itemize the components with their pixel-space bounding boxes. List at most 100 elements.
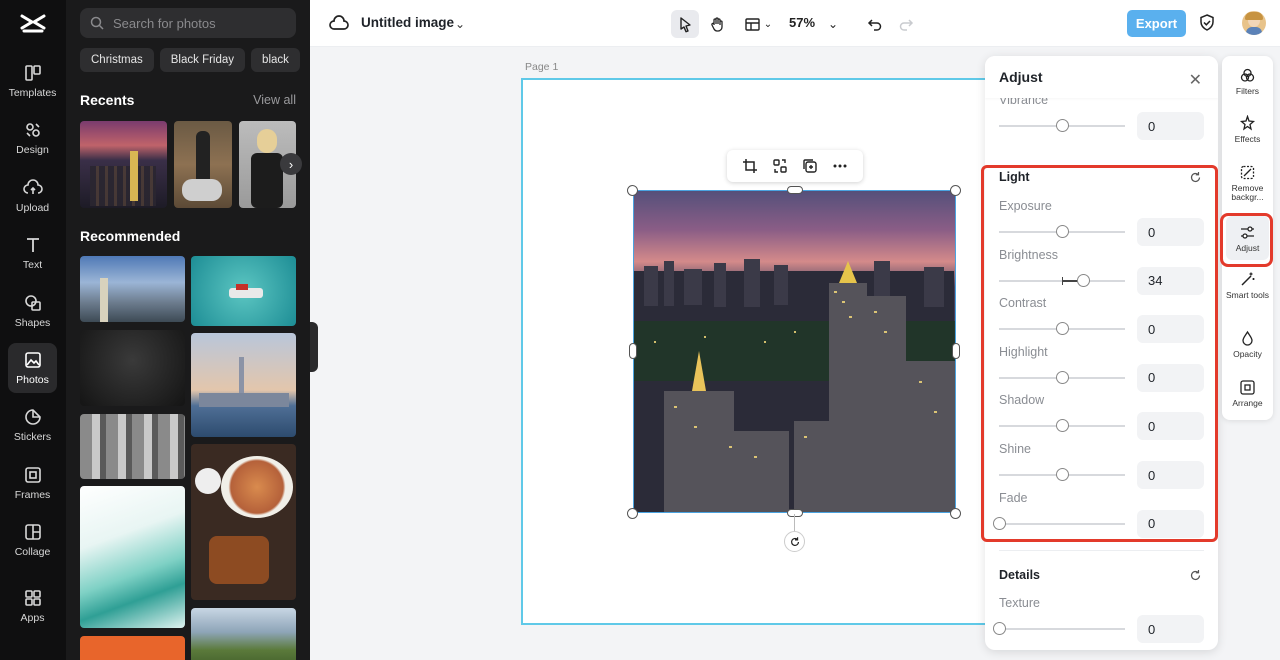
apps-icon xyxy=(24,590,41,606)
shapes-icon xyxy=(24,295,41,311)
undo-button[interactable] xyxy=(862,10,886,38)
value-vibrance[interactable]: 0 xyxy=(1137,112,1204,140)
zoom-chevron-down-icon[interactable]: ⌄ xyxy=(823,10,843,38)
chip-christmas[interactable]: Christmas xyxy=(80,48,154,72)
tool-smart-tools[interactable]: Smart tools xyxy=(1222,271,1273,300)
tool-filters[interactable]: Filters xyxy=(1222,67,1273,96)
resize-handle-top-left[interactable] xyxy=(627,185,638,196)
rail-label: Text xyxy=(22,259,43,271)
design-icon xyxy=(25,123,40,137)
photos-panel: Search for photos Christmas Black Friday… xyxy=(66,0,310,660)
rail-label: Stickers xyxy=(13,431,52,443)
rail-item-frames[interactable]: Frames xyxy=(8,458,57,508)
group-title-details: Details xyxy=(999,568,1040,582)
rotate-button[interactable] xyxy=(784,531,805,552)
slider-label-texture: Texture xyxy=(999,596,1040,610)
rail-label: Apps xyxy=(20,612,45,624)
select-tool-button[interactable] xyxy=(671,10,699,38)
rotate-stem xyxy=(794,514,795,531)
recommended-photo-carvings[interactable] xyxy=(80,414,185,479)
rail-item-text[interactable]: Text xyxy=(8,228,57,278)
text-icon xyxy=(26,238,39,252)
stickers-icon xyxy=(24,409,41,425)
slider-texture[interactable] xyxy=(993,622,1125,635)
layout-menu-button[interactable]: ⌄ xyxy=(738,10,778,38)
hand-icon xyxy=(710,16,723,32)
rail-item-photos[interactable]: Photos xyxy=(8,343,57,393)
recommended-photo-teal-abstract[interactable] xyxy=(80,486,185,628)
tool-remove-background[interactable]: Remove backgr... xyxy=(1222,164,1273,202)
export-button[interactable]: Export xyxy=(1127,10,1186,37)
rail-item-apps[interactable]: Apps xyxy=(8,581,57,631)
chevron-down-icon[interactable]: ⌄ xyxy=(455,17,465,31)
resize-handle-left[interactable] xyxy=(629,343,637,359)
page-label: Page 1 xyxy=(525,61,559,73)
recent-photo-city[interactable] xyxy=(80,121,167,208)
resize-handle-right[interactable] xyxy=(952,343,960,359)
rail-label: Collage xyxy=(14,546,51,558)
recommended-photo-skyline[interactable] xyxy=(80,256,185,322)
tool-label: Effects xyxy=(1234,134,1261,144)
recommended-photo-ramen[interactable] xyxy=(191,444,296,600)
avatar[interactable] xyxy=(1242,11,1266,35)
resize-handle-top[interactable] xyxy=(787,186,803,194)
rail-label: Design xyxy=(16,144,49,156)
recommended-photo-nyc[interactable] xyxy=(191,333,296,437)
search-input[interactable]: Search for photos xyxy=(80,8,296,38)
capcut-logo[interactable] xyxy=(19,11,47,37)
rail-item-upload[interactable]: Upload xyxy=(8,171,57,221)
slider-knob[interactable] xyxy=(1056,119,1069,132)
value-texture[interactable]: 0 xyxy=(1137,615,1204,643)
reset-icon[interactable] xyxy=(1189,569,1202,582)
tool-opacity[interactable]: Opacity xyxy=(1222,330,1273,359)
resize-handle-bottom-left[interactable] xyxy=(627,508,638,519)
view-all-link[interactable]: View all xyxy=(253,93,296,107)
recent-photo-woman-dog[interactable] xyxy=(174,121,232,208)
search-placeholder: Search for photos xyxy=(113,15,216,31)
recommended-photo-boat[interactable] xyxy=(191,256,296,326)
rail-label: Frames xyxy=(14,489,51,501)
rail-label: Templates xyxy=(8,87,57,99)
replace-icon[interactable] xyxy=(772,158,788,174)
slider-vibrance[interactable] xyxy=(999,119,1125,132)
shield-icon[interactable] xyxy=(1198,13,1216,32)
chip-row: Christmas Black Friday black xyxy=(80,48,300,72)
rail-label: Shapes xyxy=(14,317,51,329)
rail-item-stickers[interactable]: Stickers xyxy=(8,400,57,450)
recommended-photo-landscape[interactable] xyxy=(191,608,296,660)
more-icon[interactable] xyxy=(832,158,848,174)
resize-handle-bottom[interactable] xyxy=(787,509,803,517)
top-bar: Untitled image ⌄ ⌄ 57% ⌄ Export xyxy=(310,0,1280,47)
rail-item-templates[interactable]: Templates xyxy=(8,56,57,106)
recents-next-button[interactable]: › xyxy=(280,153,302,175)
opacity-icon xyxy=(1242,330,1253,346)
tool-arrange[interactable]: Arrange xyxy=(1222,379,1273,408)
chip-black[interactable]: black xyxy=(251,48,300,72)
recommended-photo-dark-texture[interactable] xyxy=(80,330,185,406)
duplicate-icon[interactable] xyxy=(802,158,818,174)
redo-button[interactable] xyxy=(894,10,918,38)
resize-handle-top-right[interactable] xyxy=(950,185,961,196)
close-icon[interactable]: ✕ xyxy=(1189,70,1202,90)
rail-item-collage[interactable]: Collage xyxy=(8,515,57,565)
upload-icon xyxy=(22,179,43,194)
rail-label: Photos xyxy=(16,374,49,386)
panel-collapse-handle[interactable] xyxy=(310,322,318,372)
collage-icon xyxy=(24,524,41,540)
crop-icon[interactable] xyxy=(742,158,758,174)
divider xyxy=(999,550,1204,551)
rail-item-shapes[interactable]: Shapes xyxy=(8,286,57,336)
selection-frame xyxy=(633,190,956,513)
document-title[interactable]: Untitled image xyxy=(361,15,454,30)
zoom-level[interactable]: 57% xyxy=(789,15,815,30)
recommended-title: Recommended xyxy=(80,228,181,244)
rotate-icon xyxy=(790,536,799,546)
slider-knob[interactable] xyxy=(993,622,1006,635)
tool-effects[interactable]: Effects xyxy=(1222,115,1273,144)
cloud-icon[interactable] xyxy=(329,14,349,32)
rail-item-design[interactable]: Design xyxy=(8,113,57,163)
hand-tool-button[interactable] xyxy=(703,10,731,38)
chip-black-friday[interactable]: Black Friday xyxy=(159,48,246,72)
recommended-photo-orange[interactable] xyxy=(80,636,185,660)
resize-handle-bottom-right[interactable] xyxy=(950,508,961,519)
